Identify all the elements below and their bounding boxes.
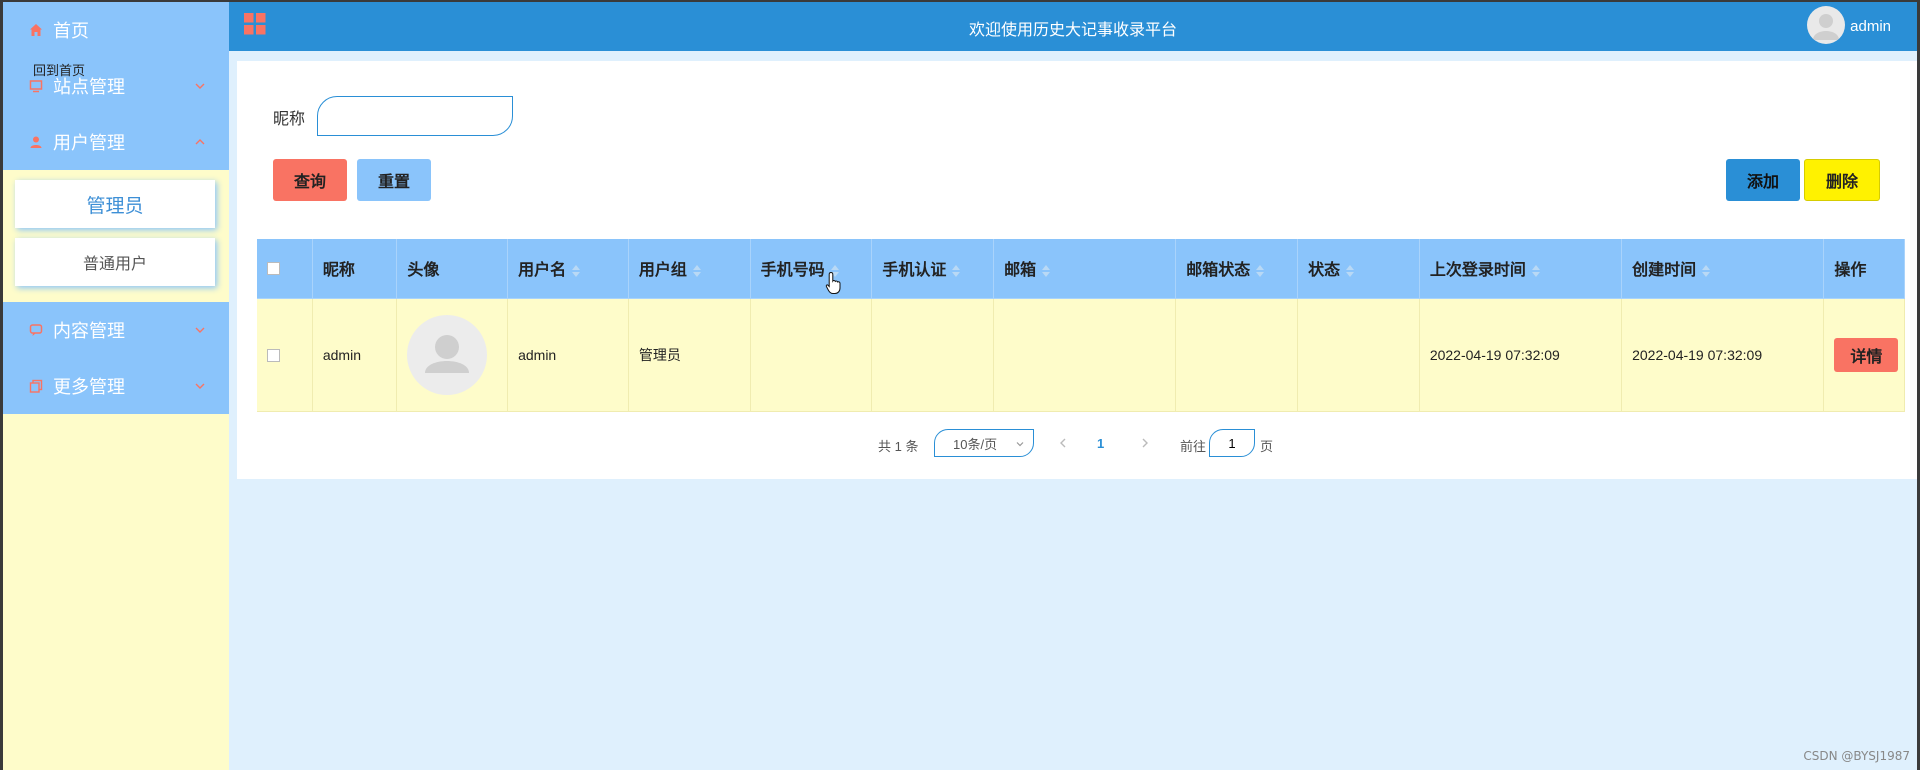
detail-button[interactable]: 详情 — [1834, 337, 1899, 372]
col-actions: 操作 — [1823, 239, 1905, 299]
submenu-item-normal-users[interactable]: 普通用户 — [15, 238, 215, 286]
hand-cursor-icon — [825, 271, 841, 294]
pagination: 共 1 条 10条/页 1 前往 页 — [237, 429, 1917, 459]
top-header: 欢迎使用历史大记事收录平台 admin — [229, 2, 1917, 51]
sidebar-item-users[interactable]: 用户管理 — [3, 114, 229, 170]
total-count: 共 1 条 — [878, 439, 919, 454]
col-avatar: 头像 — [396, 239, 509, 299]
sidebar: 首页 站点管理 用户管理 管理员 普通用户 内容管理 更多管理 回到首页 — [3, 2, 229, 770]
cell-email-status — [1175, 298, 1299, 412]
col-email[interactable]: 邮箱 — [993, 239, 1177, 299]
cell-group: 管理员 — [628, 298, 751, 412]
sort-icon[interactable] — [1042, 265, 1051, 278]
cell-phone-verified — [871, 298, 995, 412]
chevron-up-icon — [195, 139, 205, 145]
table-row: admin admin 管理员 2022-04-19 07:32:09 2022… — [257, 298, 1905, 412]
sort-icon[interactable] — [572, 265, 581, 278]
sort-icon[interactable] — [1346, 265, 1355, 278]
nickname-search-input[interactable] — [317, 96, 513, 136]
sort-icon[interactable] — [952, 265, 961, 278]
chevron-down-icon — [195, 383, 205, 389]
delete-button[interactable]: 删除 — [1804, 159, 1880, 201]
col-username[interactable]: 用户名 — [507, 239, 629, 299]
cell-username: admin — [507, 298, 629, 412]
prev-page-icon[interactable] — [1057, 436, 1069, 450]
goto-suffix: 页 — [1260, 439, 1274, 454]
sidebar-item-content[interactable]: 内容管理 — [3, 302, 229, 358]
message-icon — [27, 321, 45, 339]
chevron-down-icon — [1016, 442, 1024, 447]
cell-nickname: admin — [312, 298, 398, 412]
col-email-status[interactable]: 邮箱状态 — [1175, 239, 1299, 299]
avatar[interactable] — [1807, 6, 1845, 44]
row-checkbox[interactable] — [267, 349, 280, 363]
search-label: 昵称 — [273, 111, 306, 128]
user-icon — [27, 133, 45, 151]
col-created[interactable]: 创建时间 — [1621, 239, 1825, 299]
table-header-row: 昵称 头像 用户名 用户组 手机号码 手机认证 邮箱 邮箱状态 状态 上次登录时… — [257, 239, 1905, 299]
goto-page-input[interactable] — [1209, 429, 1255, 457]
sidebar-item-label: 首页 — [53, 21, 89, 41]
home-tooltip: 回到首页 — [33, 64, 86, 79]
chevron-down-icon — [195, 327, 205, 333]
sidebar-item-label: 用户管理 — [53, 133, 125, 153]
page-title: 欢迎使用历史大记事收录平台 — [968, 22, 1177, 39]
col-last-login[interactable]: 上次登录时间 — [1419, 239, 1623, 299]
page-size-select[interactable]: 10条/页 — [934, 429, 1034, 457]
row-select-cell — [257, 298, 313, 412]
add-button[interactable]: 添加 — [1726, 159, 1800, 201]
cell-last-login: 2022-04-19 07:32:09 — [1419, 298, 1623, 412]
copy-icon — [27, 377, 45, 395]
cell-avatar — [396, 298, 509, 412]
col-phone[interactable]: 手机号码 — [750, 239, 873, 299]
page-number-1[interactable]: 1 — [1097, 436, 1104, 451]
sidebar-item-label: 更多管理 — [53, 377, 125, 397]
cell-actions: 详情 — [1823, 298, 1905, 412]
cell-created: 2022-04-19 07:32:09 — [1621, 298, 1825, 412]
goto-prefix: 前往 — [1180, 439, 1207, 454]
col-status[interactable]: 状态 — [1297, 239, 1420, 299]
select-all-cell — [257, 239, 313, 299]
col-phone-verified[interactable]: 手机认证 — [871, 239, 995, 299]
query-button[interactable]: 查询 — [273, 159, 347, 201]
watermark: CSDN @BYSJ1987 — [1803, 749, 1910, 763]
sidebar-item-label: 内容管理 — [53, 321, 125, 341]
sort-icon[interactable] — [1256, 265, 1265, 278]
sidebar-item-more[interactable]: 更多管理 — [3, 358, 229, 414]
home-icon — [27, 21, 45, 39]
reset-button[interactable]: 重置 — [357, 159, 431, 201]
user-avatar — [407, 314, 488, 395]
sort-icon[interactable] — [1531, 265, 1540, 278]
col-group[interactable]: 用户组 — [628, 239, 751, 299]
users-table: 昵称 头像 用户名 用户组 手机号码 手机认证 邮箱 邮箱状态 状态 上次登录时… — [257, 239, 1905, 412]
select-all-checkbox[interactable] — [267, 261, 280, 275]
cell-email — [993, 298, 1177, 412]
next-page-icon[interactable] — [1139, 436, 1151, 450]
sort-icon[interactable] — [692, 265, 701, 278]
main-panel: 昵称 查询 重置 添加 删除 昵称 头像 用户名 用户组 手机号码 手机认证 邮… — [237, 61, 1917, 479]
sort-icon[interactable] — [1702, 265, 1711, 278]
sidebar-item-home[interactable]: 首页 — [3, 2, 229, 58]
users-submenu: 管理员 普通用户 — [3, 170, 229, 302]
chevron-down-icon — [195, 83, 205, 89]
submenu-item-admins[interactable]: 管理员 — [15, 180, 215, 228]
cell-status — [1297, 298, 1420, 412]
col-nickname: 昵称 — [312, 239, 398, 299]
username-label[interactable]: admin — [1850, 18, 1891, 35]
cell-phone — [750, 298, 873, 412]
